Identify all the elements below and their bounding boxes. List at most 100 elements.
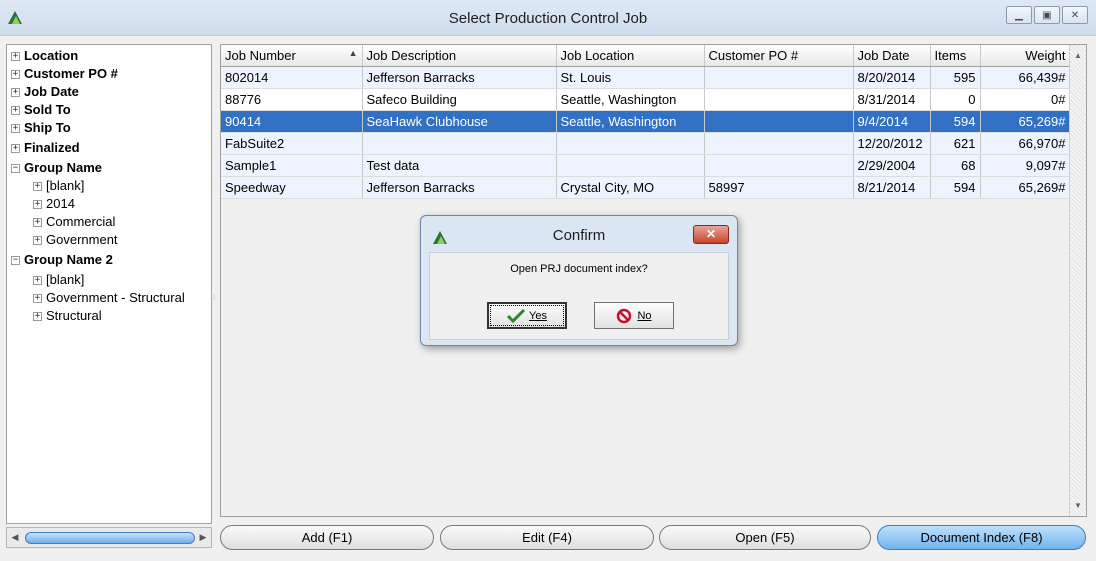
minimize-icon: ▁: [1015, 9, 1023, 21]
column-header-job-number[interactable]: Job Number ▲: [221, 45, 363, 67]
cell-job-date: 2/29/2004: [853, 154, 931, 177]
tree-node-group-commercial[interactable]: + Commercial: [33, 213, 115, 231]
table-row-selected[interactable]: 90414 SeaHawk Clubhouse Seattle, Washing…: [221, 110, 1071, 133]
cell-job-location: St. Louis: [556, 66, 705, 89]
expand-icon[interactable]: +: [33, 276, 42, 286]
cell-job-number: 88776: [221, 88, 363, 111]
panel-splitter[interactable]: ⁞: [213, 293, 215, 302]
prohibited-icon: [617, 308, 632, 323]
sort-ascending-icon: ▲: [348, 47, 358, 58]
close-icon: ✕: [1070, 9, 1080, 21]
expand-icon[interactable]: +: [33, 182, 42, 192]
tree-node-customer-po[interactable]: + Customer PO #: [11, 65, 118, 83]
minimize-button[interactable]: ▁: [1006, 6, 1032, 24]
cell-items: 0: [930, 88, 981, 111]
cell-items: 595: [930, 66, 981, 89]
cell-job-location: [556, 154, 705, 177]
expand-icon[interactable]: +: [11, 106, 20, 116]
tree-horizontal-scrollbar[interactable]: ◀ ▶: [6, 527, 212, 548]
tree-node-finalized[interactable]: + Finalized: [11, 139, 80, 157]
collapse-icon[interactable]: −: [11, 256, 20, 266]
cell-customer-po: [704, 110, 854, 133]
collapse-icon[interactable]: −: [11, 164, 20, 174]
cell-weight: 9,097#: [980, 154, 1071, 177]
document-index-button[interactable]: Document Index (F8): [877, 525, 1086, 550]
table-row[interactable]: 802014 Jefferson Barracks St. Louis 8/20…: [221, 66, 1071, 89]
add-button[interactable]: Add (F1): [220, 525, 434, 550]
table-row[interactable]: Speedway Jefferson Barracks Crystal City…: [221, 176, 1071, 199]
tree-node-group-2014[interactable]: +2014: [33, 195, 75, 213]
edit-button[interactable]: Edit (F4): [440, 525, 654, 550]
expand-icon[interactable]: +: [11, 88, 20, 98]
yes-button[interactable]: Yes: [487, 302, 567, 329]
cell-job-date: 8/31/2014: [853, 88, 931, 111]
expand-icon[interactable]: +: [33, 200, 42, 210]
no-button[interactable]: No: [594, 302, 674, 329]
dialog-title: Confirm: [552, 227, 606, 244]
column-header-items[interactable]: Items: [930, 45, 981, 67]
cell-weight: 65,269#: [980, 176, 1071, 199]
column-header-job-date[interactable]: Job Date: [853, 45, 931, 67]
maximize-button[interactable]: ▣: [1034, 6, 1060, 24]
cell-customer-po: 58997: [704, 176, 854, 199]
expand-icon[interactable]: +: [33, 312, 42, 322]
cell-job-location: Seattle, Washington: [556, 110, 705, 133]
tree-node-group-blank[interactable]: + [blank]: [33, 177, 84, 195]
expand-icon[interactable]: +: [11, 124, 20, 134]
cell-job-date: 8/20/2014: [853, 66, 931, 89]
column-header-weight[interactable]: Weight: [980, 45, 1071, 67]
dialog-body: Open PRJ document index? Yes No: [429, 252, 729, 340]
close-icon: ✕: [705, 227, 717, 241]
open-button[interactable]: Open (F5): [659, 525, 871, 550]
tree-node-location[interactable]: + Location: [11, 47, 78, 65]
cell-items: 594: [930, 110, 981, 133]
expand-icon[interactable]: +: [33, 236, 42, 246]
scroll-left-icon[interactable]: ◀: [9, 531, 21, 544]
tree-node-group-name-2[interactable]: − Group Name 2: [11, 251, 113, 269]
title-bar: Select Production Control Job ▁ ▣ ✕: [0, 0, 1096, 36]
tree-node-group2-government-structural[interactable]: + Government - Structural: [33, 289, 185, 307]
expand-icon[interactable]: +: [11, 144, 20, 154]
cell-items: 621: [930, 132, 981, 155]
scroll-down-icon[interactable]: ▼: [1070, 497, 1086, 514]
maximize-icon: ▣: [1042, 9, 1052, 21]
expand-icon[interactable]: +: [33, 218, 42, 228]
table-row[interactable]: Sample1 Test data 2/29/2004 68 9,097#: [221, 154, 1071, 177]
grid-vertical-scrollbar[interactable]: ▲ ▼: [1069, 45, 1086, 516]
expand-icon[interactable]: +: [11, 70, 20, 80]
cell-job-location: Crystal City, MO: [556, 176, 705, 199]
confirm-dialog: Confirm ✕ Open PRJ document index? Yes N…: [420, 215, 738, 346]
expand-icon[interactable]: +: [11, 52, 20, 62]
column-header-customer-po[interactable]: Customer PO #: [704, 45, 854, 67]
tree-node-ship-to[interactable]: + Ship To: [11, 119, 71, 137]
scroll-thumb[interactable]: [25, 532, 195, 544]
cell-job-number: 90414: [221, 110, 363, 133]
scroll-up-icon[interactable]: ▲: [1070, 47, 1086, 64]
scroll-right-icon[interactable]: ▶: [197, 531, 209, 544]
cell-job-description: Jefferson Barracks: [362, 176, 557, 199]
tree-node-group-government[interactable]: + Government: [33, 231, 118, 249]
cell-job-date: 12/20/2012: [853, 132, 931, 155]
tree-node-job-date[interactable]: + Job Date: [11, 83, 79, 101]
cell-items: 68: [930, 154, 981, 177]
tree-node-group2-blank[interactable]: + [blank]: [33, 271, 84, 289]
no-label: No: [637, 309, 652, 322]
tree-node-group-name[interactable]: − Group Name: [11, 159, 102, 177]
column-header-job-location[interactable]: Job Location: [556, 45, 705, 67]
close-window-button[interactable]: ✕: [1062, 6, 1088, 24]
expand-icon[interactable]: +: [33, 294, 42, 304]
dialog-close-button[interactable]: ✕: [693, 225, 729, 244]
column-header-job-description[interactable]: Job Description: [362, 45, 557, 67]
tree-node-group2-structural[interactable]: + Structural: [33, 307, 102, 325]
tree-node-sold-to[interactable]: + Sold To: [11, 101, 71, 119]
group-tree[interactable]: + Location + Customer PO # + Job Date + Sold…: [6, 44, 212, 524]
checkmark-icon: [507, 308, 526, 323]
cell-job-description: [362, 132, 557, 155]
cell-job-number: FabSuite2: [221, 132, 363, 155]
yes-label: Yes: [529, 309, 547, 322]
table-row[interactable]: 88776 Safeco Building Seattle, Washingto…: [221, 88, 1071, 111]
table-row[interactable]: FabSuite2 12/20/2012 621 66,970#: [221, 132, 1071, 155]
cell-job-number: Sample1: [221, 154, 363, 177]
cell-job-location: Seattle, Washington: [556, 88, 705, 111]
cell-weight: 66,970#: [980, 132, 1071, 155]
